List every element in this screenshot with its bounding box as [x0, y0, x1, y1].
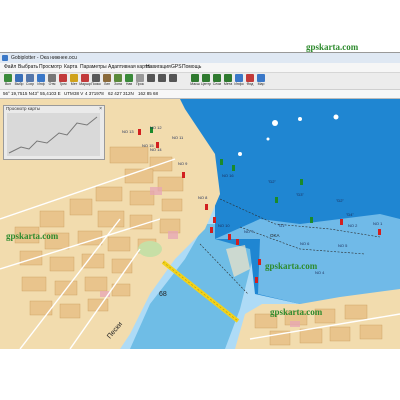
park-area — [138, 241, 162, 257]
buoy-label-no9: NO 9 — [178, 161, 188, 166]
menu-item-file[interactable]: Файл — [4, 63, 16, 72]
status-utm-east: 4 371978 — [85, 91, 104, 96]
power-icon — [4, 74, 12, 82]
center-icon — [202, 74, 210, 82]
buoy-label-no1: NO 1 — [373, 221, 383, 226]
menu-item-nav[interactable]: Навигация — [146, 63, 171, 72]
river-label-oka: OKA — [270, 233, 280, 238]
watermark-top: gpskarta.com — [306, 42, 359, 52]
select-icon — [15, 74, 23, 82]
buoy-label-no8: NO 8 — [198, 195, 208, 200]
watermark-center: gpskarta.com — [265, 261, 318, 271]
marker-icon — [70, 74, 78, 82]
point-label-d3: "D3" — [296, 192, 305, 197]
buoy-label-no12: NO 12 — [150, 125, 162, 130]
title-bar: Gobiplotter - Ока нижнее.ocu — [0, 53, 400, 63]
app-logo-icon — [2, 55, 8, 61]
status-utm-zone: 38 V — [74, 91, 84, 96]
buoy-label-no6: NO 6 — [300, 241, 310, 246]
preview-close-button[interactable]: × — [99, 106, 102, 112]
search-icon — [92, 74, 100, 82]
scale-icon — [191, 74, 199, 82]
layers-icon — [213, 74, 221, 82]
save-icon — [26, 74, 34, 82]
map-preview-panel[interactable]: Просмотр карты × — [3, 105, 105, 160]
menu-item-settings[interactable]: Параметры — [80, 63, 107, 72]
scroll-icon — [136, 74, 144, 82]
zone-icon — [114, 74, 122, 82]
pointer-icon — [147, 74, 155, 82]
minimap-route — [8, 116, 98, 154]
info-icon — [37, 74, 45, 82]
toolbar-button-label: Мар — [257, 82, 265, 86]
zoom-icon — [169, 74, 177, 82]
watermark-left: gpskarta.com — [6, 231, 59, 241]
menu-item-select[interactable]: Выбрать — [18, 63, 38, 72]
status-utm-label: UTM — [64, 91, 74, 96]
point-label-d2: "D2" — [268, 179, 277, 184]
buoy-label-no13: NO 13 — [122, 129, 134, 134]
screenshot-frame: gpskarta.com Gobiplotter - Ока нижнее.oc… — [0, 0, 400, 400]
menu-bar: Файл Выбрать Просмотр Карта Параметры Ад… — [0, 63, 400, 73]
route-icon — [81, 74, 89, 82]
toolbar-button-15[interactable] — [168, 74, 178, 88]
app-window: Gobiplotter - Ока нижнее.ocu Файл Выбрат… — [0, 52, 400, 349]
menu-item-help[interactable]: Помощь — [182, 63, 201, 72]
toolbar-button-14[interactable] — [157, 74, 167, 88]
point-label-d1: "D1" — [278, 223, 287, 228]
toolbar: Вкл Выбр Сохр Инф Отм Трек Мет Маршр Поиск Лин Зон… — [0, 73, 400, 90]
watermark-bottom: gpskarta.com — [270, 307, 323, 317]
feed-icon — [246, 74, 254, 82]
status-utm-north: 62 427 312N — [108, 91, 134, 96]
info-icon — [235, 74, 243, 82]
undo-icon — [48, 74, 56, 82]
status-extra: 162 85 68 — [138, 91, 159, 96]
point-label-d4: "D4" — [346, 212, 355, 217]
toolbar-button-12[interactable]: Прок — [135, 74, 145, 88]
toolbar-button-22[interactable]: Мар — [256, 74, 266, 88]
pointer-select-icon — [158, 74, 166, 82]
buoy-label-no5: NO 5 — [338, 243, 348, 248]
buoy-label-no7: NO 7 — [244, 229, 254, 234]
preview-minimap[interactable] — [7, 113, 100, 156]
status-latitude: 56° 19,7515 N — [3, 91, 32, 96]
target-icon — [224, 74, 232, 82]
point-label-d2b: "D2" — [336, 198, 345, 203]
depth-label-68: 68 — [159, 291, 167, 298]
buoy-label-no10: NO 10 — [218, 223, 230, 228]
window-title: Gobiplotter - Ока нижнее.ocu — [11, 55, 77, 61]
toolbar-button-13[interactable] — [146, 74, 156, 88]
preview-title: Просмотр карты — [6, 106, 41, 111]
buoy-label-no16: NO 16 — [222, 173, 234, 178]
menu-item-map[interactable]: Карта — [64, 63, 77, 72]
ruler-icon — [103, 74, 111, 82]
status-bar: 56° 19,7515 N 43° 55,4103 E UTM 38 V 4 3… — [0, 90, 400, 99]
buoy-label-no2: NO 2 — [348, 223, 358, 228]
chart-map[interactable]: NO 13 NO 12 NO 14 NO 15 NO 11 NO 9 NO 8 … — [0, 99, 400, 349]
status-longitude: 43° 55,4103 E — [32, 91, 61, 96]
buoy-label-no11: NO 11 — [172, 135, 184, 140]
menu-item-view[interactable]: Просмотр — [39, 63, 62, 72]
navigation-icon — [125, 74, 133, 82]
menu-item-adaptive[interactable]: Адаптивная карта — [108, 63, 150, 72]
route-icon — [257, 74, 265, 82]
track-icon — [59, 74, 67, 82]
menu-item-gps[interactable]: GPS — [171, 63, 182, 72]
buoy-label-no15: NO 15 — [142, 143, 154, 148]
